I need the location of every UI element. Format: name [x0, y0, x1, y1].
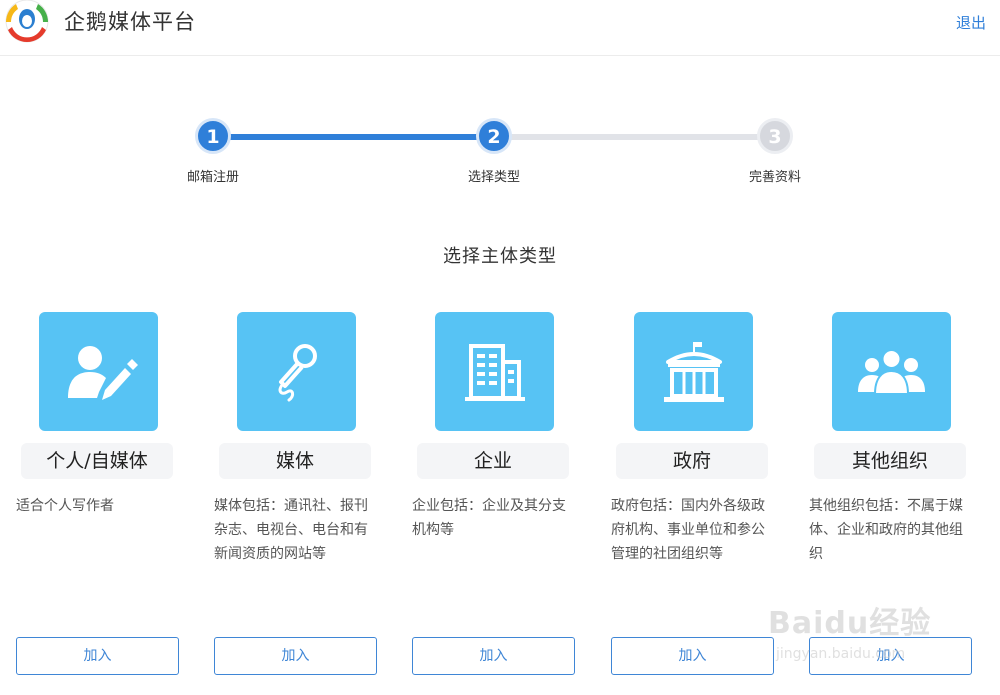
- step-3-circle: 3: [757, 118, 793, 154]
- group-icon[interactable]: [832, 312, 951, 431]
- person-pen-icon[interactable]: [39, 312, 158, 431]
- step-1-label: 邮箱注册: [186, 170, 239, 185]
- top-bar: 企鹅媒体平台 退出: [0, 0, 1000, 56]
- progress-track-remaining: [494, 134, 775, 140]
- card-title-other-organization: 其他组织: [814, 443, 966, 479]
- brand-title: 企鹅媒体平台: [64, 10, 196, 34]
- card-media: 媒体 媒体包括：通讯社、报刊杂志、电视台、电台和有新闻资质的网站等 加入: [214, 312, 412, 692]
- join-button-personal[interactable]: 加入: [16, 637, 179, 675]
- tencent-news-logo-icon[interactable]: [2, 0, 52, 46]
- building-icon[interactable]: [435, 312, 554, 431]
- join-button-other-organization[interactable]: 加入: [809, 637, 972, 675]
- card-title-media: 媒体: [219, 443, 371, 479]
- join-button-enterprise[interactable]: 加入: [412, 637, 575, 675]
- section-title: 选择主体类型: [443, 246, 557, 267]
- step-2-label: 选择类型: [467, 170, 520, 185]
- card-desc-media: 媒体包括：通讯社、报刊杂志、电视台、电台和有新闻资质的网站等: [214, 498, 368, 562]
- card-other-organization: 其他组织 其他组织包括：不属于媒体、企业和政府的其他组织 加入: [809, 312, 1000, 692]
- card-personal: 个人/自媒体 适合个人写作者 加入: [16, 312, 214, 692]
- step-3-label: 完善资料: [748, 170, 801, 185]
- card-desc-enterprise: 企业包括：企业及其分支机构等: [412, 498, 566, 538]
- card-desc-government: 政府包括：国内外各级政府机构、事业单位和参公管理的社团组织等: [611, 498, 765, 562]
- progress-track-done: [213, 134, 494, 140]
- registration-steps: 1 邮箱注册 2 选择类型 3 完善资料: [0, 110, 1000, 190]
- card-desc-other-organization: 其他组织包括：不属于媒体、企业和政府的其他组织: [809, 498, 963, 562]
- card-government: 政府 政府包括：国内外各级政府机构、事业单位和参公管理的社团组织等 加入: [611, 312, 809, 692]
- card-title-enterprise: 企业: [417, 443, 569, 479]
- card-title-government: 政府: [616, 443, 768, 479]
- government-building-icon[interactable]: [634, 312, 753, 431]
- step-2-circle: 2: [476, 118, 512, 154]
- step-1-circle: 1: [195, 118, 231, 154]
- join-button-media[interactable]: 加入: [214, 637, 377, 675]
- card-desc-personal: 适合个人写作者: [16, 498, 114, 514]
- join-button-government[interactable]: 加入: [611, 637, 774, 675]
- logout-link[interactable]: 退出: [956, 12, 986, 33]
- microphone-icon[interactable]: [237, 312, 356, 431]
- card-title-personal: 个人/自媒体: [21, 443, 173, 479]
- card-enterprise: 企业 企业包括：企业及其分支机构等 加入: [412, 312, 610, 692]
- page: 企鹅媒体平台 退出 1 邮箱注册 2 选择类型 3 完善资料 选择主体类型 个人…: [0, 0, 1000, 695]
